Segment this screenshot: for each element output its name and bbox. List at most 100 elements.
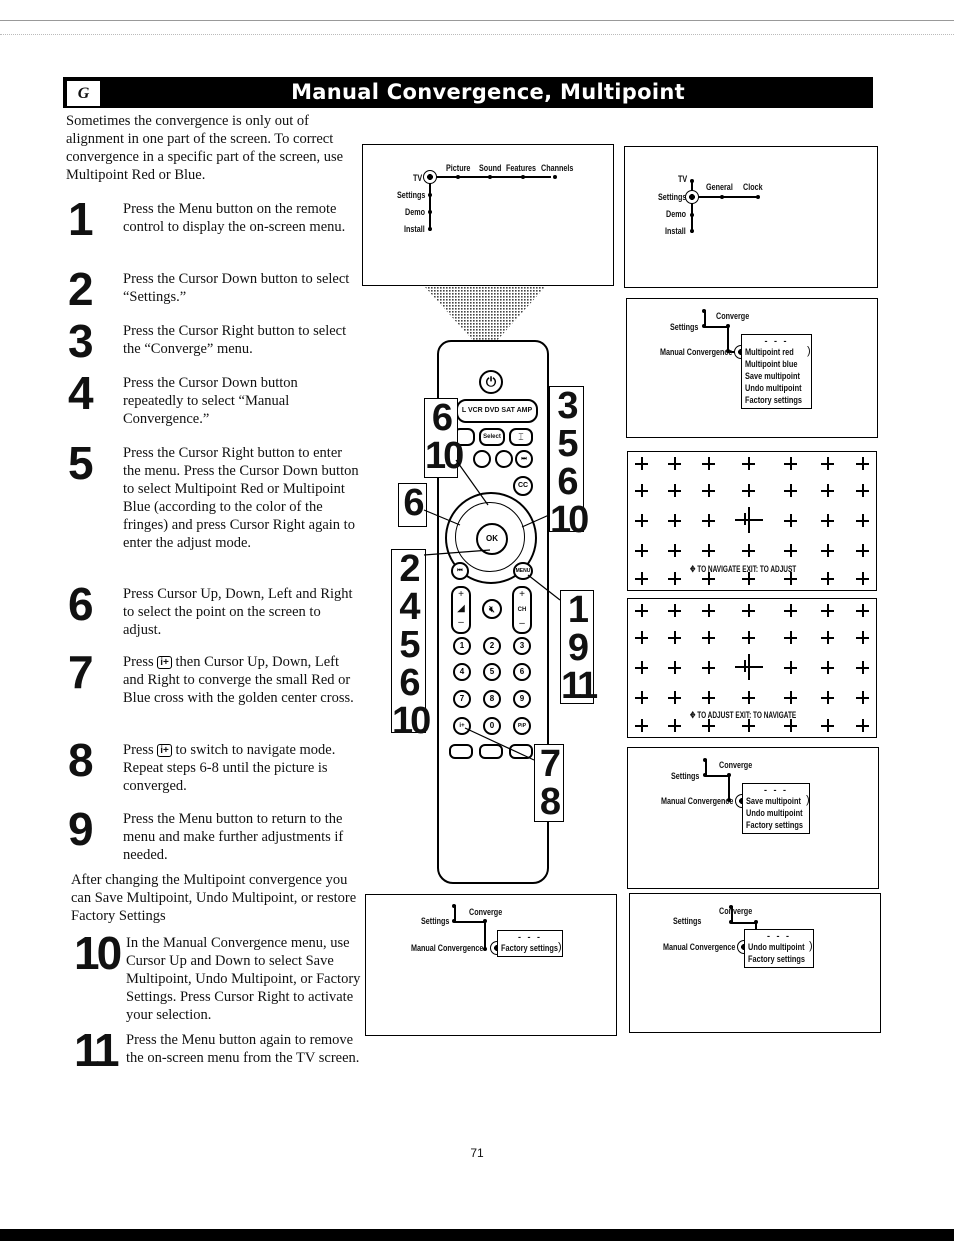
step-text: Press i+ to switch to navigate mode. Rep… (123, 741, 359, 795)
cc-button[interactable]: CC (513, 476, 533, 496)
submenu-item: Undo multipoint (746, 808, 803, 818)
convergence-cross-icon (702, 544, 715, 557)
convergence-cross-icon (668, 514, 681, 527)
step-text: Press the Cursor Right button to select … (123, 323, 347, 357)
hint-text: ✥ TO ADJUST EXIT: TO NAVIGATE (690, 710, 797, 720)
screen-settings-menu: TV Settings Demo Install General Clock (624, 146, 878, 288)
convergence-cross-icon (856, 572, 869, 585)
remote-button[interactable] (449, 744, 473, 759)
convergence-cross-icon (742, 604, 755, 617)
digit-button-1[interactable]: 1 (453, 637, 471, 655)
freeze-button[interactable]: ⌶ (509, 428, 533, 446)
step-text: Press the Cursor Down button repeatedly … (123, 375, 298, 427)
convergence-cross-icon (702, 691, 715, 704)
convergence-cross-icon (784, 631, 797, 644)
rewind-button[interactable]: ⏮ (451, 562, 469, 580)
step-number: 9 (68, 803, 94, 855)
after-paragraph: After changing the Multipoint convergenc… (71, 872, 357, 924)
convergence-cross-icon (821, 484, 834, 497)
digit-button-9[interactable]: 9 (513, 690, 531, 708)
menu-item: Converge (719, 906, 753, 916)
menu-item: Settings (397, 190, 426, 200)
convergence-cross-icon (821, 631, 834, 644)
callout-steps-3-5-6-10: 3 5 6 10 (549, 385, 589, 541)
golden-center-cross-icon (735, 654, 763, 680)
convergence-cross-icon (856, 631, 869, 644)
digit-button-7[interactable]: 7 (453, 690, 471, 708)
convergence-cross-icon (856, 691, 869, 704)
convergence-cross-icon (856, 484, 869, 497)
convergence-cross-icon (635, 572, 648, 585)
power-button[interactable]: ⏻ (479, 370, 503, 394)
section-header: G Manual Convergence, Multipoint (63, 77, 873, 108)
convergence-cross-icon (702, 604, 715, 617)
menu-item: Sound (479, 163, 502, 173)
step-text-after: to switch to navigate mode. Repeat steps… (123, 742, 336, 794)
page-title: Manual Convergence, Multipoint (291, 80, 685, 104)
convergence-cross-icon (742, 484, 755, 497)
menu-button[interactable]: MENU (513, 562, 533, 580)
step-number: 1 (68, 193, 94, 245)
screen-converge-menu-4: Converge Settings Manual Convergence - -… (629, 893, 881, 1033)
navigate-arrows-icon: ✥ (690, 564, 696, 574)
ok-button[interactable]: OK (476, 523, 508, 555)
convergence-cross-icon (821, 604, 834, 617)
remote-button[interactable] (479, 744, 503, 759)
volume-rocker[interactable]: + ◢ – (451, 586, 471, 634)
submenu-item: Save multipoint (745, 371, 800, 381)
digit-button-5[interactable]: 5 (483, 663, 501, 681)
convergence-cross-icon (821, 691, 834, 704)
green-button[interactable] (495, 450, 513, 468)
menu-item: Clock (743, 182, 763, 192)
step-number: 6 (68, 578, 94, 630)
red-button[interactable] (473, 450, 491, 468)
menu-item: Settings (670, 322, 699, 332)
menu-root-label: TV (413, 173, 423, 183)
scroll-indicator-icon: ) (807, 345, 811, 357)
menu-item: Converge (469, 907, 503, 917)
digit-button-6[interactable]: 6 (513, 663, 531, 681)
convergence-cross-icon (784, 661, 797, 674)
navigate-arrows-icon: ✥ (690, 710, 696, 720)
digit-button-4[interactable]: 4 (453, 663, 471, 681)
screen-grid-adjust: ✥ TO ADJUST EXIT: TO NAVIGATE (627, 598, 877, 738)
fast-forward-button[interactable]: ⏭ (515, 450, 533, 468)
step-number: 7 (68, 646, 94, 698)
submenu-item: Undo multipoint (745, 383, 802, 393)
scroll-indicator-icon: ) (558, 941, 562, 953)
menu-item: Demo (405, 207, 426, 217)
convergence-cross-icon (856, 457, 869, 470)
convergence-cross-icon (702, 514, 715, 527)
converge-submenu: - - - Save multipoint Undo multipoint Fa… (742, 783, 810, 834)
callout-steps-6-10: 6 10 (424, 397, 464, 478)
info-plus-icon: i+ (157, 744, 172, 757)
digit-button-0[interactable]: 0 (483, 717, 501, 735)
channel-rocker[interactable]: + CH – (512, 586, 532, 634)
mute-button[interactable]: 🔇︎ (482, 599, 502, 619)
ir-beam-icon (425, 287, 545, 345)
digit-button-2[interactable]: 2 (483, 637, 501, 655)
pip-button[interactable]: PiP (513, 717, 531, 735)
convergence-cross-icon (821, 544, 834, 557)
cursor-icon (423, 170, 437, 184)
step-number: 8 (68, 734, 94, 786)
screen-tv-menu: TV Picture Sound Features Channels Setti… (362, 144, 614, 286)
source-selector-strip[interactable]: L VCR DVD SAT AMP (456, 399, 538, 423)
select-button[interactable]: Select (479, 428, 505, 446)
remote-button[interactable] (509, 744, 533, 759)
convergence-cross-icon (668, 572, 681, 585)
convergence-cross-icon (856, 661, 869, 674)
menu-item: Channels (541, 163, 574, 173)
step-number: 2 (68, 263, 94, 315)
convergence-cross-icon (821, 514, 834, 527)
digit-button-8[interactable]: 8 (483, 690, 501, 708)
digit-button-3[interactable]: 3 (513, 637, 531, 655)
convergence-cross-icon (668, 457, 681, 470)
info-plus-button[interactable]: i+ (453, 717, 471, 735)
convergence-cross-icon (635, 544, 648, 557)
menu-item: Features (506, 163, 537, 173)
convergence-cross-icon (635, 457, 648, 470)
step-text: Press the Menu button again to remove th… (126, 1032, 360, 1066)
menu-item: Converge (716, 311, 750, 321)
step-text: Press the Cursor Right button to enter t… (123, 445, 359, 551)
